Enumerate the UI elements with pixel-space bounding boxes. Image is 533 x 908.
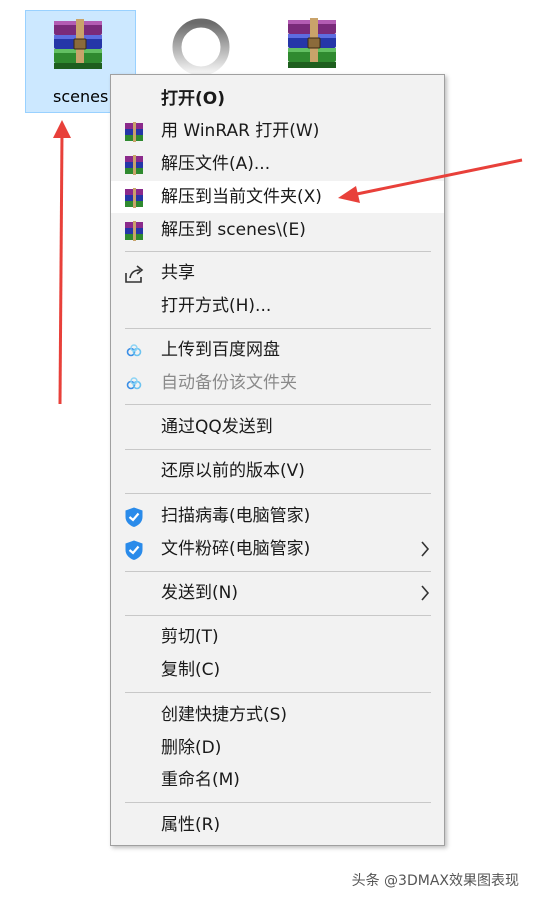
menu-item-label: 通过QQ发送到: [161, 417, 273, 437]
menu-item-rename[interactable]: 重命名(M): [111, 764, 444, 796]
menu-item-open-with[interactable]: 打开方式(H)...: [111, 290, 444, 322]
menu-separator: [125, 404, 431, 405]
winrar-icon: [125, 188, 143, 208]
menu-item-label: 打开方式(H)...: [161, 296, 272, 316]
menu-separator: [125, 328, 431, 329]
menu-item-label: 扫描病毒(电脑管家): [161, 506, 311, 526]
menu-separator: [125, 802, 431, 803]
menu-item-scan-virus[interactable]: 扫描病毒(电脑管家): [111, 500, 444, 532]
menu-separator: [125, 571, 431, 572]
menu-item-extract-here[interactable]: 解压到当前文件夹(X): [111, 181, 444, 213]
menu-item-label: 删除(D): [161, 738, 222, 758]
menu-item-label: 解压到 scenes\(E): [161, 220, 306, 240]
menu-item-label: 上传到百度网盘: [161, 340, 280, 360]
menu-item-label: 文件粉碎(电脑管家): [161, 539, 311, 559]
menu-item-open-with-winrar[interactable]: 用 WinRAR 打开(W): [111, 115, 444, 147]
winrar-icon: [125, 155, 143, 175]
context-menu: 打开(O) 用 WinRAR 打开(W) 解压文件(A)... 解压到当前文件夹…: [110, 74, 445, 846]
menu-item-label: 属性(R): [161, 815, 221, 835]
menu-item-label: 复制(C): [161, 660, 221, 680]
menu-item-share[interactable]: 共享: [111, 257, 444, 289]
winrar-archive-icon: [54, 19, 102, 69]
watermark: 头条 @3DMAX效果图表现: [351, 873, 519, 889]
share-icon: [125, 265, 144, 283]
menu-item-open[interactable]: 打开(O): [111, 83, 444, 115]
menu-item-label: 用 WinRAR 打开(W): [161, 121, 320, 141]
baidu-cloud-icon: [126, 377, 142, 390]
menu-item-label: 剪切(T): [161, 627, 219, 647]
chevron-right-icon: [421, 541, 430, 557]
shield-icon: [125, 507, 143, 527]
menu-item-label: 解压到当前文件夹(X): [161, 187, 322, 207]
menu-item-label: 还原以前的版本(V): [161, 461, 305, 481]
menu-item-restore-previous[interactable]: 还原以前的版本(V): [111, 455, 444, 487]
menu-item-label: 重命名(M): [161, 770, 240, 790]
menu-item-send-via-qq[interactable]: 通过QQ发送到: [111, 411, 444, 443]
winrar-icon: [125, 122, 143, 142]
menu-separator: [125, 692, 431, 693]
menu-separator: [125, 251, 431, 252]
menu-separator: [125, 493, 431, 494]
menu-item-delete[interactable]: 删除(D): [111, 732, 444, 764]
menu-item-label: 解压文件(A)...: [161, 154, 271, 174]
menu-item-copy[interactable]: 复制(C): [111, 654, 444, 686]
menu-item-label: 发送到(N): [161, 583, 238, 603]
shield-icon: [125, 540, 143, 560]
menu-item-auto-backup[interactable]: 自动备份该文件夹: [111, 367, 444, 399]
menu-item-extract-to-folder[interactable]: 解压到 scenes\(E): [111, 214, 444, 246]
desktop: scenes 打开(O) 用 WinRAR 打开(W) 解压文件(A)... 解…: [0, 0, 533, 908]
menu-item-cut[interactable]: 剪切(T): [111, 621, 444, 653]
menu-item-label: 打开(O): [161, 89, 225, 109]
baidu-cloud-icon: [126, 344, 142, 357]
menu-item-upload-baidu[interactable]: 上传到百度网盘: [111, 334, 444, 366]
annotation-arrow-up: [53, 120, 71, 405]
menu-separator: [125, 615, 431, 616]
menu-item-properties[interactable]: 属性(R): [111, 809, 444, 841]
menu-item-label: 共享: [161, 263, 195, 283]
winrar-archive-icon: [288, 18, 336, 68]
loading-icon: [172, 18, 230, 76]
menu-item-create-shortcut[interactable]: 创建快捷方式(S): [111, 699, 444, 731]
menu-item-extract-files[interactable]: 解压文件(A)...: [111, 148, 444, 180]
winrar-icon: [125, 221, 143, 241]
menu-separator: [125, 449, 431, 450]
menu-item-label: 自动备份该文件夹: [161, 373, 297, 393]
menu-item-file-shredder[interactable]: 文件粉碎(电脑管家): [111, 533, 444, 565]
menu-item-send-to[interactable]: 发送到(N): [111, 577, 444, 609]
menu-item-label: 创建快捷方式(S): [161, 705, 288, 725]
file-label-scenes: scenes: [53, 87, 109, 106]
chevron-right-icon: [421, 585, 430, 601]
